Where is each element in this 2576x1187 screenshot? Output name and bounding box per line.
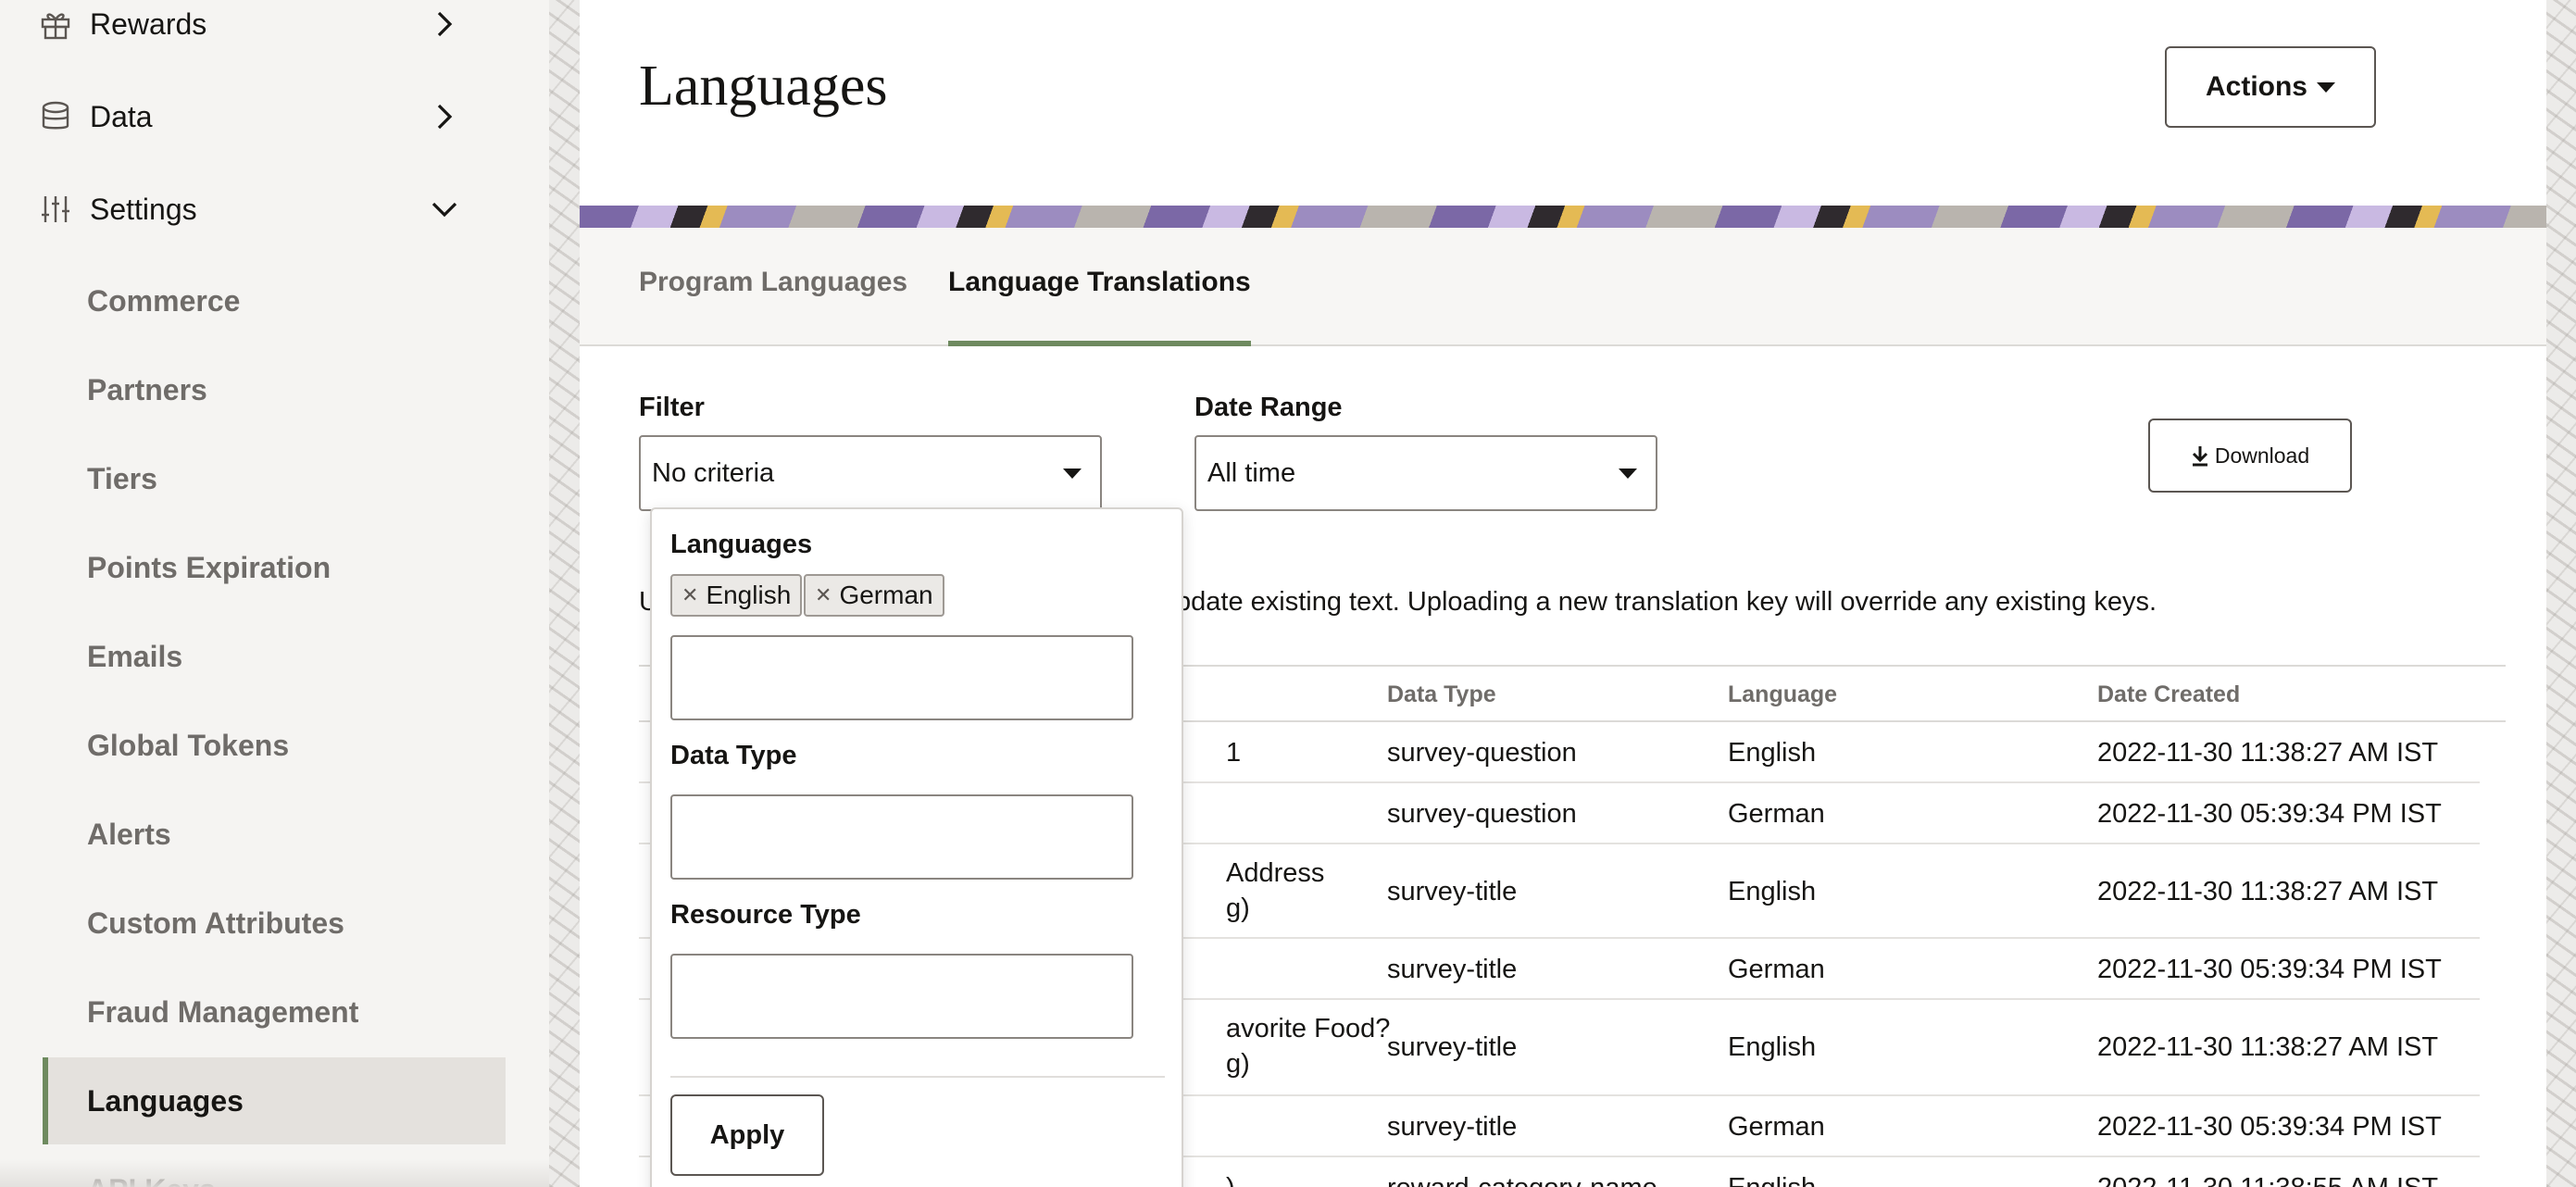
sidebar-item-global-tokens[interactable]: Global Tokens [43,702,506,789]
filter-dropdown-panel: Languages ✕ English ✕ German Data Type R… [650,507,1183,1187]
sidebar-item-alerts[interactable]: Alerts [43,791,506,878]
table-cell-data-type: survey-title [1387,955,1518,984]
decorative-pattern-strip [549,0,580,1187]
info-text-visible: pdate existing text. Uploading a new tra… [1176,587,2157,617]
tabs-bar: Program Languages Language Translations [580,228,2546,346]
table-cell-data-type: survey-question [1387,799,1577,829]
table-cell-date-created: 2022-11-30 05:39:34 PM IST [2097,799,2442,829]
column-header-language: Language [1728,681,1838,707]
apply-button[interactable]: Apply [670,1094,824,1176]
divider [670,1076,1165,1078]
sliders-icon [42,196,69,222]
sidebar-item-fraud-management[interactable]: Fraud Management [43,968,506,1056]
caret-down-icon [2317,81,2335,93]
gift-icon [41,13,70,40]
filter-select[interactable]: No criteria [639,435,1102,511]
filter-select-value: No criteria [652,457,775,488]
sidebar-item-settings[interactable]: Settings [0,172,549,246]
download-button-label: Download [2214,443,2310,468]
sidebar-item-label: Settings [90,192,197,226]
actions-button-label: Actions [2205,71,2307,102]
filter-label: Filter [639,393,705,422]
sidebar-item-label: Data [90,99,153,133]
table-cell-data-type: reward-category-name [1387,1170,1657,1187]
chevron-right-icon [437,104,453,130]
table-cell-language: German [1728,955,1825,984]
date-range-label: Date Range [1194,393,1343,422]
database-icon [42,101,69,130]
table-cell-language: English [1728,738,1817,768]
date-range-select-value: All time [1207,457,1296,488]
sidebar-item-commerce[interactable]: Commerce [43,257,506,344]
table-cell-date-created: 2022-11-30 05:39:34 PM IST [2097,955,2442,984]
table-cell-language: German [1728,799,1825,829]
sidebar-item-tiers[interactable]: Tiers [43,435,506,522]
tab-language-translations[interactable]: Language Translations [948,267,1251,346]
data-type-input[interactable] [670,794,1133,880]
table-cell-language: English [1728,877,1817,906]
remove-chip-icon[interactable]: ✕ [682,583,698,607]
table-cell-language: German [1728,1112,1825,1142]
table-cell-partial: Address [1226,858,1325,888]
table-cell-data-type: survey-title [1387,1032,1518,1062]
resource-type-label: Resource Type [670,900,861,930]
sidebar-item-rewards[interactable]: Rewards [0,0,549,61]
actions-button[interactable]: Actions [2165,46,2376,128]
download-button[interactable]: Download [2148,419,2352,493]
chip-label: German [839,581,933,609]
sidebar-item-points-expiration[interactable]: Points Expiration [43,524,506,611]
decorative-banner [580,206,2546,228]
table-cell-partial-line2: g) [1226,893,1250,923]
table-cell-data-type: survey-title [1387,877,1518,906]
table-cell-data-type: survey-title [1387,1112,1518,1142]
table-cell-date-created: 2022-11-30 11:38:27 AM IST [2097,738,2439,768]
decorative-pattern-strip [2546,0,2576,1187]
table-cell-language: English [1728,1170,1816,1187]
sidebar-bottom-fade [0,1159,549,1187]
chevron-right-icon [437,11,453,37]
sidebar-item-emails[interactable]: Emails [43,613,506,700]
table-cell-partial: avorite Food? [1226,1014,1391,1043]
data-type-label: Data Type [670,741,797,770]
sidebar-item-label: Rewards [90,6,207,41]
table-cell-partial-line2: g) [1226,1049,1250,1079]
chip-label: English [706,581,792,609]
caret-down-icon [1619,469,1637,479]
resource-type-input[interactable] [670,954,1133,1039]
sidebar-item-partners[interactable]: Partners [43,346,506,433]
language-chip-german[interactable]: ✕ German [804,574,944,617]
tab-program-languages[interactable]: Program Languages [639,267,907,346]
remove-chip-icon[interactable]: ✕ [815,583,832,607]
language-chip-english[interactable]: ✕ English [670,574,803,617]
download-icon [2192,446,2207,467]
date-range-select[interactable]: All time [1194,435,1657,511]
table-cell-date-created: 2022-11-30 11:38:27 AM IST [2097,1032,2439,1062]
table-cell-data-type: survey-question [1387,738,1577,768]
column-header-data-type: Data Type [1387,681,1496,707]
column-header-date-created: Date Created [2097,681,2241,707]
table-cell-language: English [1728,1032,1817,1062]
table-cell-date-created: 2022-11-30 05:39:34 PM IST [2097,1112,2442,1142]
caret-down-icon [1063,469,1082,479]
languages-input[interactable] [670,635,1133,720]
languages-label: Languages [670,530,813,559]
table-cell-date-created: 2022-11-30 11:38:55 AM IST [2097,1170,2438,1187]
table-cell-partial: ) [1226,1170,1235,1187]
sidebar-item-custom-attributes[interactable]: Custom Attributes [43,880,506,967]
page-title: Languages [639,55,888,118]
sidebar: Rewards Data Settings Commerce Partners … [0,0,549,1187]
chevron-down-icon [431,202,457,218]
table-cell-date-created: 2022-11-30 11:38:27 AM IST [2097,877,2439,906]
table-cell-partial: 1 [1226,738,1242,768]
sidebar-item-languages[interactable]: Languages [43,1057,506,1144]
sidebar-item-data[interactable]: Data [0,80,549,154]
